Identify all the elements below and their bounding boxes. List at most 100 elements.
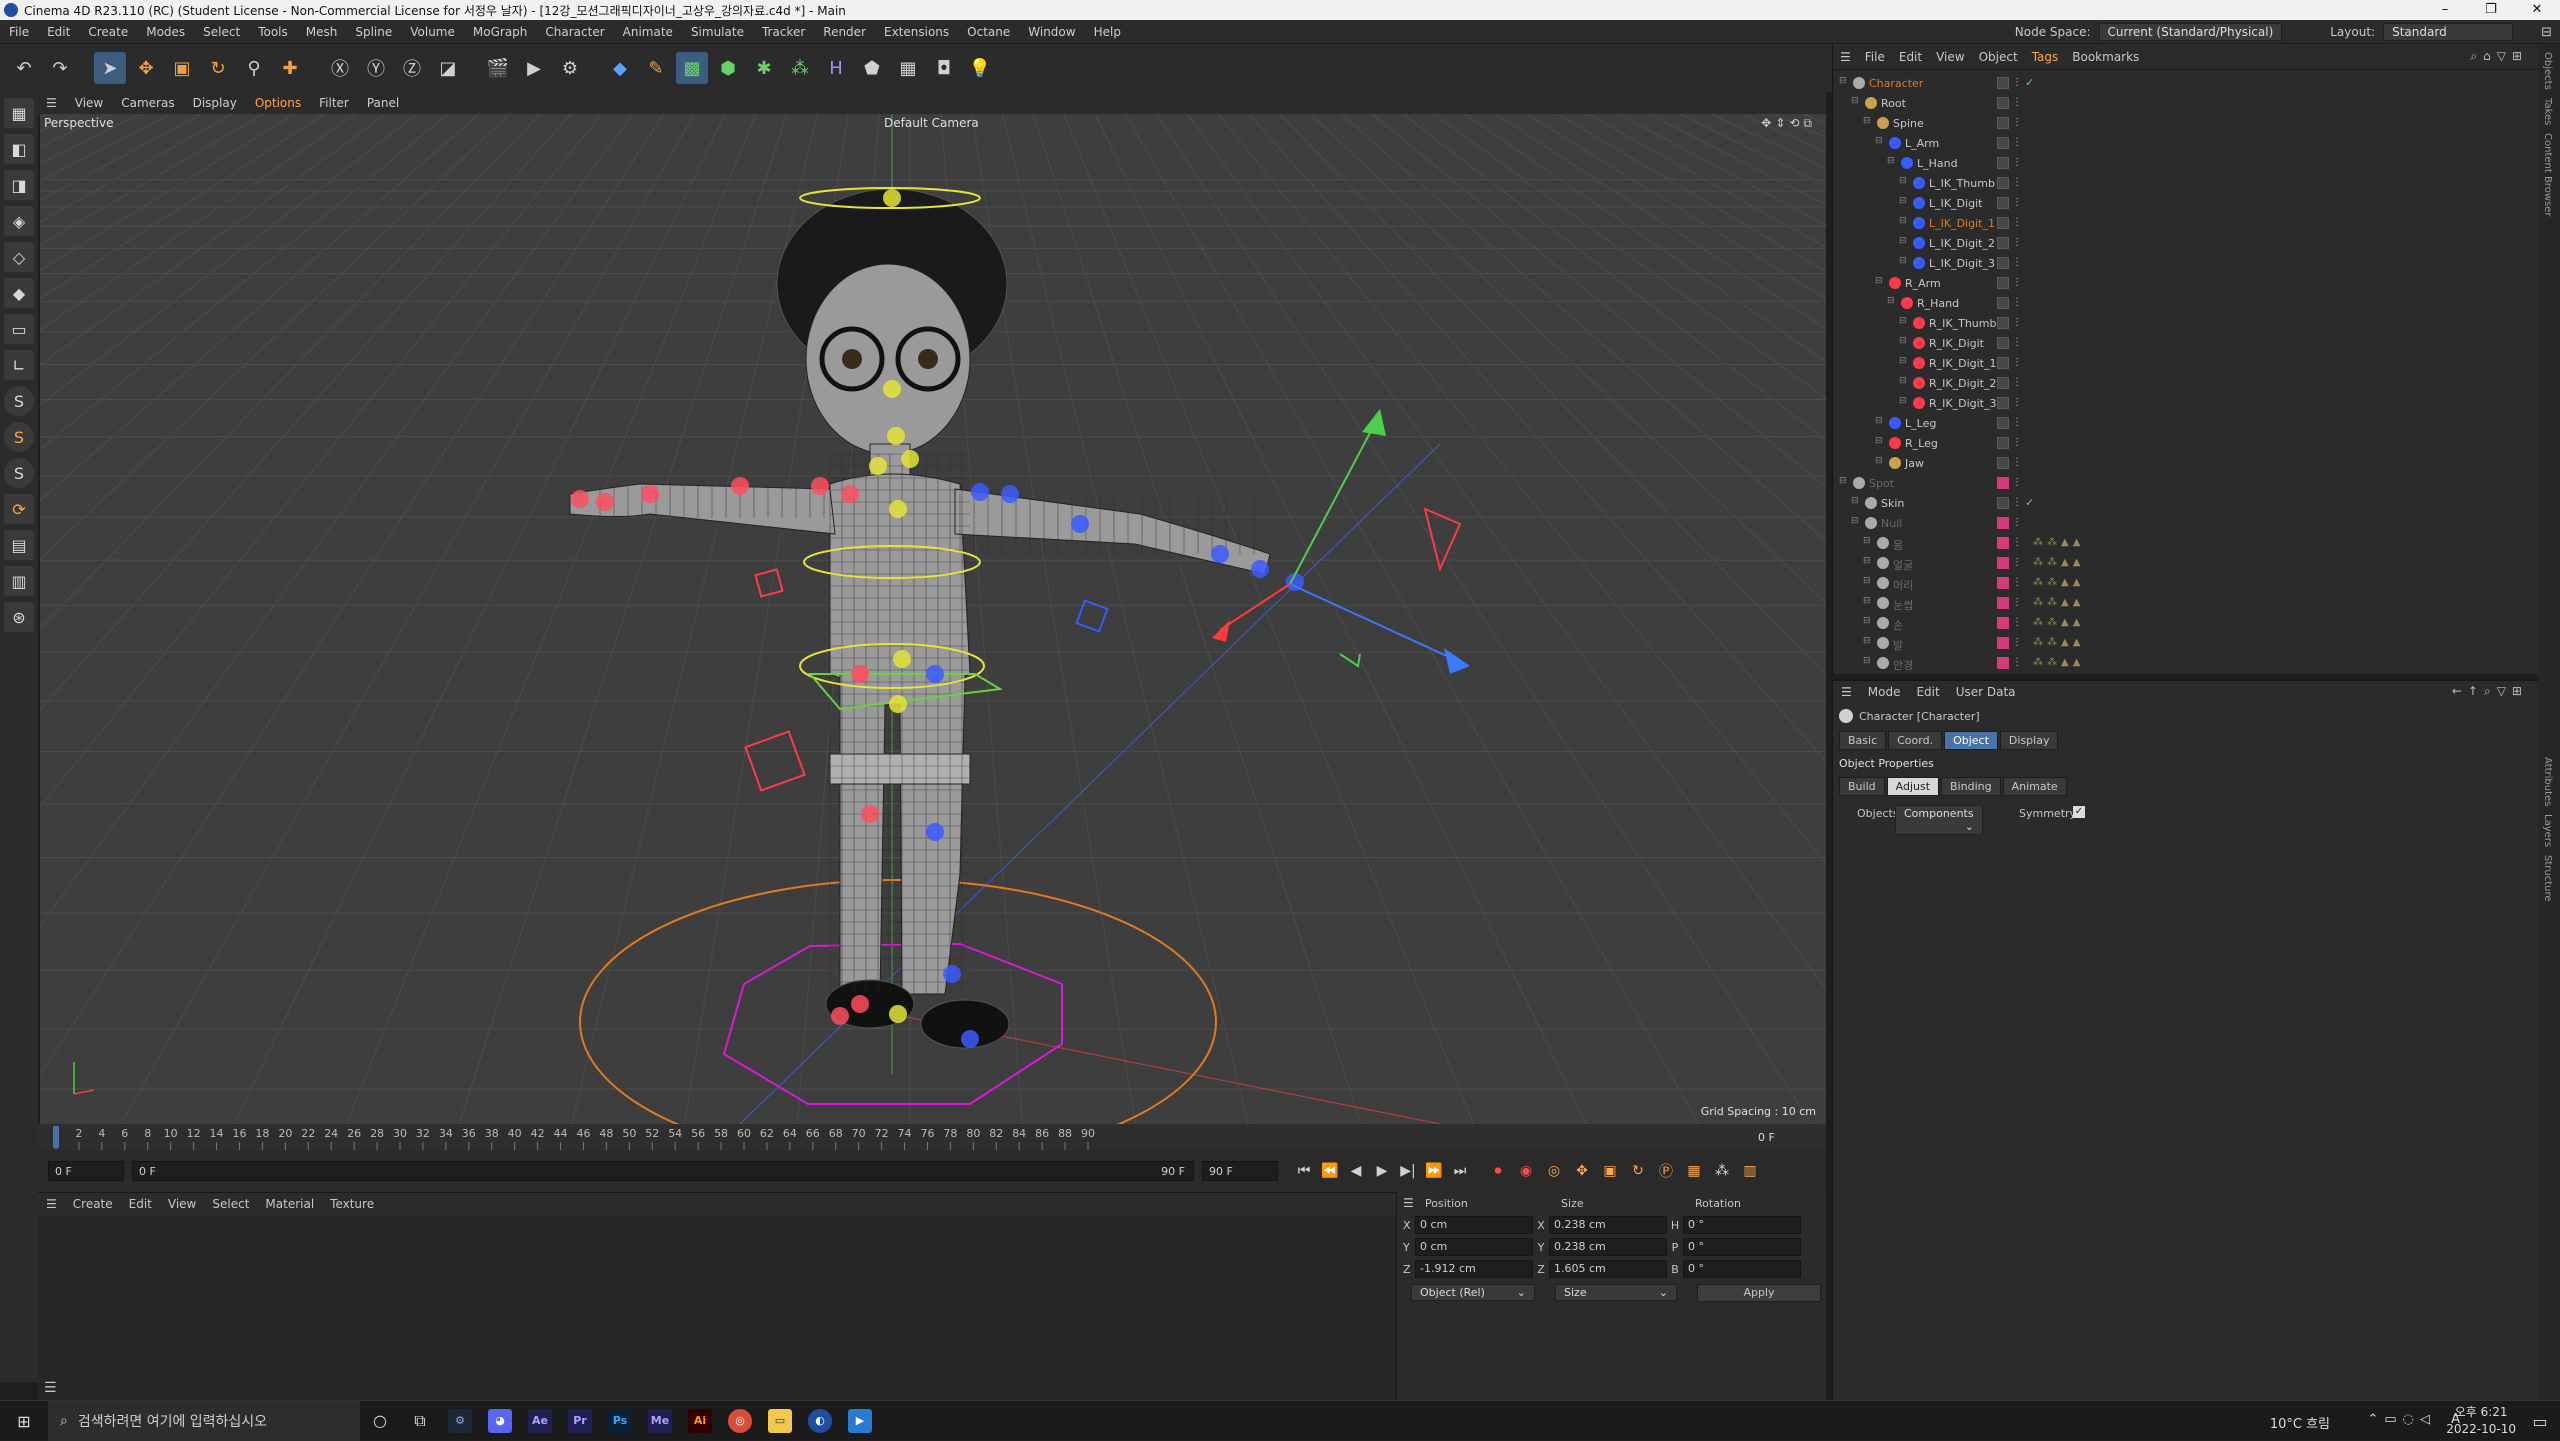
size-field[interactable]: 0.238 cm <box>1549 1238 1667 1256</box>
make-editable-icon[interactable]: ▦ <box>4 98 34 128</box>
visibility-dots-icon[interactable]: ⋮ <box>2012 397 2022 409</box>
position-field[interactable]: 0 cm <box>1415 1216 1533 1234</box>
joint-handle[interactable] <box>901 450 919 468</box>
visibility-dots-icon[interactable]: ⋮ <box>2012 277 2022 289</box>
layout-dropdown[interactable]: Standard <box>2383 23 2514 41</box>
tab-basic[interactable]: Basic <box>1839 731 1887 750</box>
visibility-toggle-icon[interactable] <box>1997 557 2009 569</box>
side-tab-layers[interactable]: Layers <box>2542 814 2553 847</box>
coord-hamburger-icon[interactable]: ☰ <box>1403 1196 1414 1210</box>
coord-mode-dropdown[interactable]: Object (Rel) ⌄ <box>1411 1284 1535 1301</box>
visibility-toggle-icon[interactable] <box>1997 157 2009 169</box>
object-row[interactable]: ⊟ Root ⋮ <box>1833 94 2539 114</box>
play-icon[interactable]: ▶ <box>1370 1159 1394 1183</box>
tag-icons[interactable]: ⁂⁂▲▲ <box>2033 597 2084 608</box>
timeline-ruler[interactable]: 0246810121416182022242628303234363840424… <box>38 1124 1826 1150</box>
visibility-toggles[interactable]: ⋮ ✓ <box>1997 77 2037 89</box>
visibility-toggles[interactable]: ⋮ <box>1997 617 2037 629</box>
subtab-animate[interactable]: Animate <box>2002 777 2067 796</box>
undo-icon[interactable]: ↶ <box>8 52 40 84</box>
attribute-menu-user-data[interactable]: User Data <box>1948 685 2024 699</box>
visibility-toggles[interactable]: ⋮ <box>1997 577 2037 589</box>
visibility-toggles[interactable]: ⋮ <box>1997 597 2037 609</box>
rotate-icon[interactable]: ↻ <box>202 52 234 84</box>
visibility-dots-icon[interactable]: ⋮ <box>2012 157 2022 169</box>
menu-select[interactable]: Select <box>194 25 249 39</box>
grid-icon[interactable]: ▤ <box>4 530 34 560</box>
visibility-dots-icon[interactable]: ⋮ <box>2012 637 2022 649</box>
expand-toggle-icon[interactable]: ⊟ <box>1875 416 1883 426</box>
axis-mode-icon[interactable]: ▭ <box>4 314 34 344</box>
visibility-toggle-icon[interactable] <box>1997 237 2009 249</box>
deformer-icon[interactable]: H <box>820 52 852 84</box>
side-tab-content-browser[interactable]: Content Browser <box>2542 133 2553 216</box>
visibility-dots-icon[interactable]: ⋮ <box>2012 217 2022 229</box>
expand-toggle-icon[interactable]: ⊟ <box>1899 356 1907 366</box>
record-icon[interactable]: ⏺ <box>1486 1159 1510 1183</box>
tray-icons[interactable]: ⌃▭◌◁ <box>2367 1412 2436 1427</box>
menu-simulate[interactable]: Simulate <box>682 25 753 39</box>
expand-toggle-icon[interactable]: ⊟ <box>1863 116 1871 126</box>
visibility-toggles[interactable]: ⋮ <box>1997 217 2037 229</box>
key-param-icon[interactable]: Ⓟ <box>1654 1159 1678 1183</box>
joint-handle[interactable] <box>731 477 749 495</box>
visibility-toggle-icon[interactable] <box>1997 377 2009 389</box>
visibility-toggle-icon[interactable] <box>1997 657 2009 669</box>
subtab-binding[interactable]: Binding <box>1941 777 2001 796</box>
joint-handle[interactable] <box>851 665 869 683</box>
visibility-toggle-icon[interactable] <box>1997 617 2009 629</box>
object-row[interactable]: ⊟ 안경 ⋮ ⁂⁂▲▲ <box>1833 654 2539 674</box>
viewport-nav-icons[interactable]: ✥⇕⟲⧉ <box>1761 116 1816 131</box>
object-menu-tags[interactable]: Tags <box>2025 50 2066 64</box>
symmetry-checkbox[interactable]: ✓ <box>2073 806 2085 818</box>
viewport-menu-display[interactable]: Display <box>185 96 245 110</box>
viewport-menu-panel[interactable]: Panel <box>359 96 407 110</box>
key-rotation-icon[interactable]: ↻ <box>1626 1159 1650 1183</box>
material-hamburger-icon[interactable]: ☰ <box>38 1197 65 1211</box>
expand-toggle-icon[interactable]: ⊟ <box>1863 636 1871 646</box>
snap-icon[interactable]: S <box>4 386 34 416</box>
redo-icon[interactable]: ↷ <box>44 52 76 84</box>
object-search-icons[interactable]: ⌕⌂▽⊞ <box>2470 49 2528 64</box>
object-row[interactable]: ⊟ L_IK_Digit_2 ⋮ <box>1833 234 2539 254</box>
visibility-dots-icon[interactable]: ⋮ <box>2012 657 2022 669</box>
end-frame-field[interactable]: 90 F <box>1202 1161 1278 1181</box>
viewport-camera-label[interactable]: Default Camera <box>884 116 979 130</box>
visibility-toggle-icon[interactable] <box>1997 117 2009 129</box>
tag-icons[interactable]: ⁂⁂▲▲ <box>2033 637 2084 648</box>
visibility-toggle-icon[interactable] <box>1997 197 2009 209</box>
visibility-toggles[interactable]: ⋮ <box>1997 237 2037 249</box>
tag-icons[interactable]: ⁂⁂▲▲ <box>2033 537 2084 548</box>
menu-animate[interactable]: Animate <box>614 25 682 39</box>
object-menu-edit[interactable]: Edit <box>1892 50 1929 64</box>
joint-handle[interactable] <box>811 477 829 495</box>
material-menu-edit[interactable]: Edit <box>121 1197 160 1211</box>
render-view-icon[interactable]: ▶ <box>518 52 550 84</box>
object-row[interactable]: ⊟ R_Arm ⋮ <box>1833 274 2539 294</box>
visibility-toggles[interactable]: ⋮ <box>1997 517 2037 529</box>
joint-handle[interactable] <box>831 1007 849 1025</box>
visibility-toggles[interactable]: ⋮ <box>1997 297 2037 309</box>
object-row[interactable]: ⊟ 눈썹 ⋮ ⁂⁂▲▲ <box>1833 594 2539 614</box>
visibility-dots-icon[interactable]: ⋮ <box>2012 437 2022 449</box>
menu-mograph[interactable]: MoGraph <box>464 25 537 39</box>
autokey-icon[interactable]: ◉ <box>1514 1159 1538 1183</box>
expand-toggle-icon[interactable]: ⊟ <box>1899 376 1907 386</box>
visibility-toggle-icon[interactable] <box>1997 637 2009 649</box>
enabled-check-icon[interactable]: ✓ <box>2025 77 2034 89</box>
menu-help[interactable]: Help <box>1085 25 1130 39</box>
joint-handle[interactable] <box>641 485 659 503</box>
subtab-build[interactable]: Build <box>1839 777 1885 796</box>
expand-toggle-icon[interactable]: ⊟ <box>1863 536 1871 546</box>
visibility-toggle-icon[interactable] <box>1997 277 2009 289</box>
expand-toggle-icon[interactable]: ⊟ <box>1851 496 1859 506</box>
object-row[interactable]: ⊟ L_IK_Thumb ⋮ <box>1833 174 2539 194</box>
camera-icon[interactable]: ◘ <box>928 52 960 84</box>
visibility-toggle-icon[interactable] <box>1997 337 2009 349</box>
object-row[interactable]: ⊟ R_Leg ⋮ <box>1833 434 2539 454</box>
visibility-dots-icon[interactable]: ⋮ <box>2012 417 2022 429</box>
visibility-dots-icon[interactable]: ⋮ <box>2012 617 2022 629</box>
tab-object[interactable]: Object <box>1944 731 1998 750</box>
tab-coord[interactable]: Coord. <box>1888 731 1943 750</box>
size-mode-dropdown[interactable]: Size ⌄ <box>1555 1284 1677 1301</box>
